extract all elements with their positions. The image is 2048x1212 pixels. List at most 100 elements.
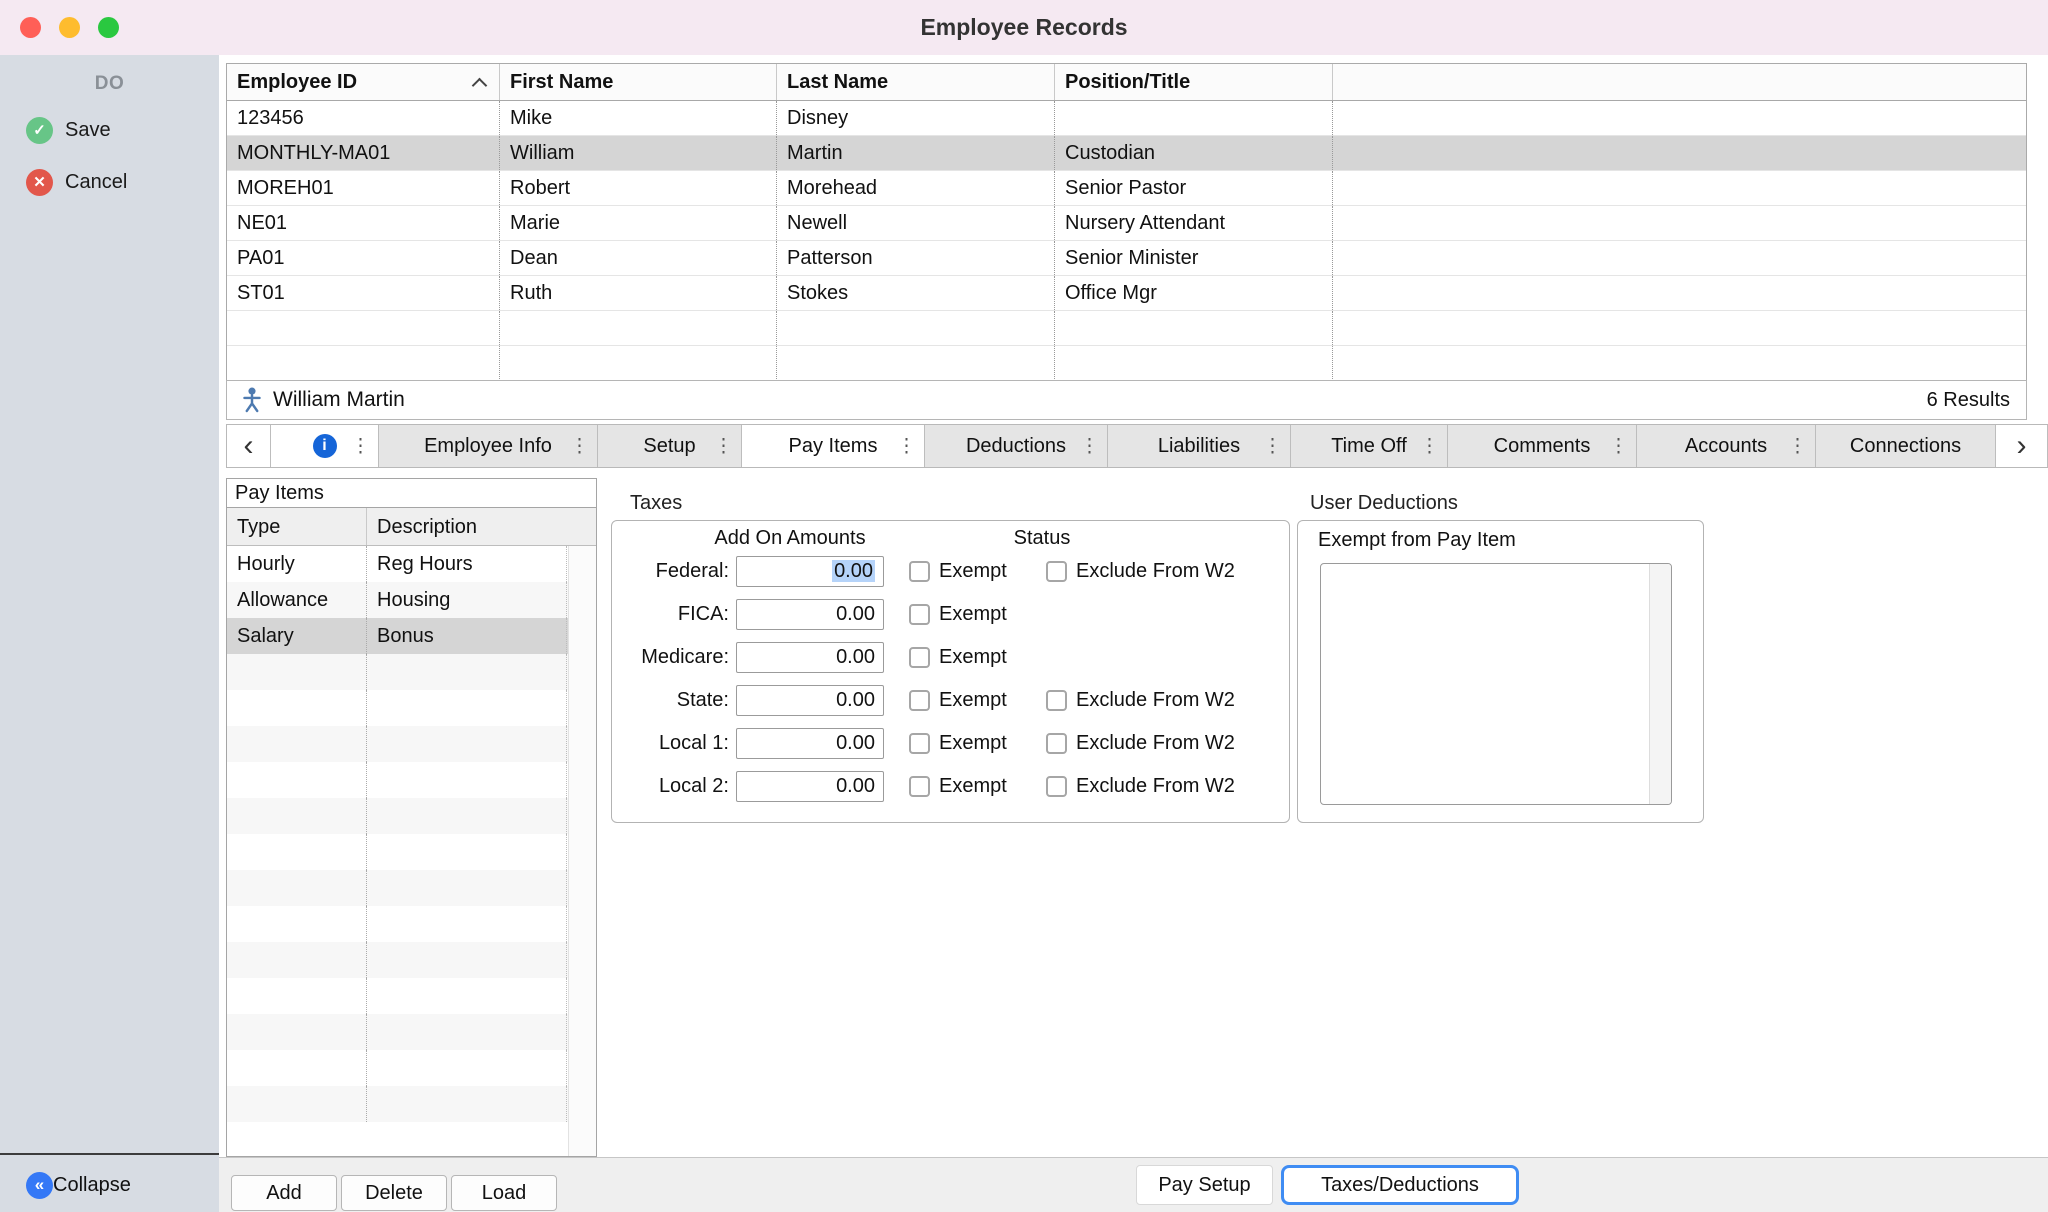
employee-row-empty	[227, 311, 2026, 346]
employee-table: Employee ID First Name Last Name Positio…	[226, 63, 2027, 382]
record-info-button[interactable]: i ⋮	[271, 425, 379, 467]
save-check-icon: ✓	[26, 117, 53, 144]
tab-deductions[interactable]: Deductions ⋮	[925, 425, 1108, 467]
pay-item-row-empty	[227, 906, 568, 942]
delete-button[interactable]: Delete	[341, 1175, 447, 1211]
empty-cell	[227, 834, 367, 870]
empty-cell	[227, 726, 367, 762]
local-1-exclude-w2-checkbox[interactable]	[1046, 733, 1067, 754]
first-name-cell: William	[500, 136, 777, 170]
user-deductions-group-box: Exempt from Pay Item	[1297, 520, 1704, 823]
medicare-amount-input[interactable]: 0.00	[736, 642, 884, 673]
empty-cell	[367, 834, 567, 870]
employee-row[interactable]: ST01 Ruth Stokes Office Mgr	[227, 276, 2026, 311]
tab-time-off[interactable]: Time Off ⋮	[1291, 425, 1448, 467]
person-icon	[241, 387, 263, 413]
local-2-label: Local 2:	[612, 770, 729, 803]
employee-row[interactable]: 123456 Mike Disney	[227, 101, 2026, 136]
employee-row[interactable]: PA01 Dean Patterson Senior Minister	[227, 241, 2026, 276]
user-deductions-list[interactable]	[1320, 563, 1672, 805]
last-name-cell: Disney	[777, 101, 1055, 135]
state-exclude-w2-checkbox[interactable]	[1046, 690, 1067, 711]
position-cell: Senior Minister	[1055, 241, 1333, 275]
employee-id-cell: PA01	[227, 241, 500, 275]
empty-cell	[367, 1050, 567, 1086]
pay-item-row-empty	[227, 1014, 568, 1050]
state-amount-input[interactable]: 0.00	[736, 685, 884, 716]
user-deductions-scrollbar[interactable]	[1649, 564, 1671, 804]
local-2-amount-input[interactable]: 0.00	[736, 771, 884, 802]
federal-exempt-checkbox[interactable]	[909, 561, 930, 582]
tab-connections[interactable]: Connections	[1816, 425, 1996, 467]
tab-liabilities[interactable]: Liabilities ⋮	[1108, 425, 1291, 467]
tab-scroll-right-button[interactable]: ›	[1996, 425, 2048, 467]
minimize-button[interactable]	[59, 17, 80, 38]
first-name-cell: Dean	[500, 241, 777, 275]
tab-handle-dots-icon: ⋮	[1080, 437, 1099, 456]
pay-item-row-empty	[227, 690, 568, 726]
pay-item-row[interactable]: Allowance Housing	[227, 582, 568, 618]
load-button[interactable]: Load	[451, 1175, 557, 1211]
empty-cell	[227, 1086, 367, 1122]
employee-row-empty	[227, 346, 2026, 381]
tab-bar: ‹ i ⋮ Employee Info ⋮ Setup ⋮ Pay Items …	[226, 424, 2048, 468]
state-exempt-checkbox[interactable]	[909, 690, 930, 711]
collapse-chevrons-icon: «	[26, 1172, 53, 1199]
exclude-w2-label: Exclude From W2	[1076, 727, 1235, 760]
empty-cell	[1333, 346, 2026, 381]
local-1-exempt-checkbox[interactable]	[909, 733, 930, 754]
employee-row-selected[interactable]: MONTHLY-MA01 William Martin Custodian	[227, 136, 2026, 171]
tab-comments[interactable]: Comments ⋮	[1448, 425, 1637, 467]
pay-item-row-selected[interactable]: Salary Bonus	[227, 618, 568, 654]
chevron-right-icon: ›	[2017, 427, 2027, 465]
tab-accounts[interactable]: Accounts ⋮	[1637, 425, 1816, 467]
federal-exclude-w2-checkbox[interactable]	[1046, 561, 1067, 582]
tab-scroll-left-button[interactable]: ‹	[227, 425, 271, 467]
fica-label: FICA:	[612, 598, 729, 631]
tab-label: Pay Items	[789, 435, 878, 458]
empty-cell	[227, 690, 367, 726]
zoom-button[interactable]	[98, 17, 119, 38]
save-button[interactable]: ✓ Save	[0, 113, 219, 147]
medicare-exempt-checkbox[interactable]	[909, 647, 930, 668]
results-count: 6 Results	[1927, 389, 2010, 412]
column-header-first-name[interactable]: First Name	[500, 64, 777, 100]
pay-item-row-empty	[227, 798, 568, 834]
collapse-button[interactable]: « Collapse	[0, 1168, 219, 1202]
fica-exempt-checkbox[interactable]	[909, 604, 930, 625]
fica-amount-input[interactable]: 0.00	[736, 599, 884, 630]
empty-cell	[367, 726, 567, 762]
info-icon: i	[313, 434, 337, 458]
employee-row[interactable]: MOREH01 Robert Morehead Senior Pastor	[227, 171, 2026, 206]
sidebar-header: DO	[0, 73, 219, 95]
column-header-last-name[interactable]: Last Name	[777, 64, 1055, 100]
tax-row-medicare: Medicare: 0.00 Exempt	[612, 641, 1289, 674]
local-1-amount-input[interactable]: 0.00	[736, 728, 884, 759]
cancel-button[interactable]: ✕ Cancel	[0, 165, 219, 199]
add-button[interactable]: Add	[231, 1175, 337, 1211]
window-title: Employee Records	[920, 14, 1127, 41]
empty-cell	[1333, 311, 2026, 345]
pay-setup-button[interactable]: Pay Setup	[1136, 1165, 1273, 1205]
local-2-exclude-w2-checkbox[interactable]	[1046, 776, 1067, 797]
tab-setup[interactable]: Setup ⋮	[598, 425, 742, 467]
column-header-position-title[interactable]: Position/Title	[1055, 64, 1333, 100]
column-header-employee-id[interactable]: Employee ID	[227, 64, 500, 100]
sort-ascending-icon	[472, 78, 488, 94]
taxes-deductions-button[interactable]: Taxes/Deductions	[1281, 1165, 1519, 1205]
record-bar: William Martin 6 Results	[226, 380, 2027, 420]
exempt-label: Exempt	[939, 770, 1007, 803]
local-1-label: Local 1:	[612, 727, 729, 760]
pay-items-scrollbar[interactable]	[568, 546, 596, 1156]
tab-employee-info[interactable]: Employee Info ⋮	[379, 425, 598, 467]
pay-item-row[interactable]: Hourly Reg Hours	[227, 546, 568, 582]
close-button[interactable]	[20, 17, 41, 38]
local-2-exempt-checkbox[interactable]	[909, 776, 930, 797]
employee-row[interactable]: NE01 Marie Newell Nursery Attendant	[227, 206, 2026, 241]
empty-cell	[227, 346, 500, 381]
empty-cell	[227, 654, 367, 690]
tab-pay-items[interactable]: Pay Items ⋮	[742, 425, 925, 467]
tab-label: Liabilities	[1158, 435, 1240, 458]
federal-amount-input[interactable]: 0.00	[736, 556, 884, 587]
first-name-cell: Mike	[500, 101, 777, 135]
